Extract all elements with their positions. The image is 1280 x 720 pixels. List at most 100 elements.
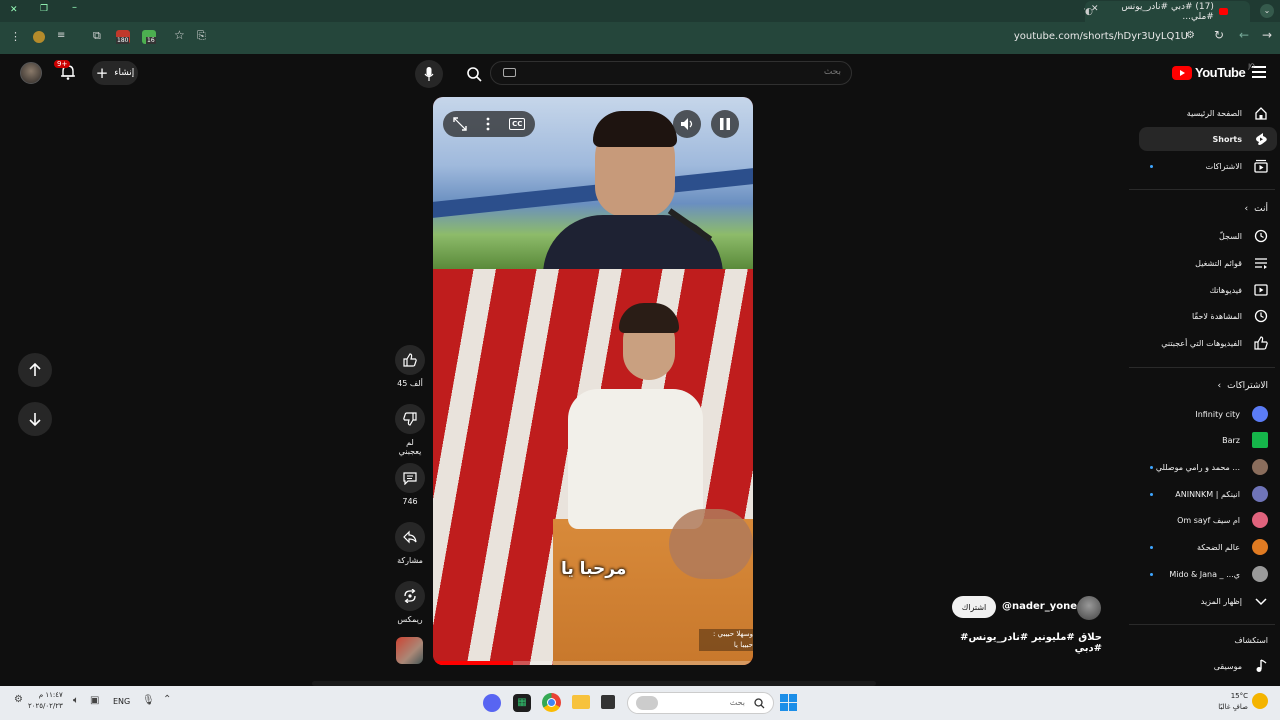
volume-button[interactable] (673, 110, 701, 138)
captions-icon[interactable]: CC (509, 118, 526, 130)
sidebar-item-watch-later[interactable]: المشاهدة لاحقًا (1128, 304, 1268, 328)
close-tab-icon[interactable]: ✕ (1091, 4, 1099, 14)
remix-button[interactable] (395, 581, 425, 611)
create-button[interactable]: + إنشاء (92, 61, 138, 85)
taskbar-search[interactable]: بحث (627, 692, 774, 714)
history-icon (1254, 229, 1268, 243)
menu-kebab-icon[interactable]: ⋮ (10, 30, 21, 43)
channel-handle[interactable]: @nader_yones (1002, 601, 1083, 612)
person-hair-2 (619, 303, 679, 333)
subscribe-button[interactable]: اشتراك (952, 596, 996, 618)
taskbar-search-placeholder: بحث (729, 698, 745, 707)
share-icon (403, 530, 417, 544)
voice-search-button[interactable] (415, 60, 443, 88)
subscription-item[interactable]: عالم الضحكة (1128, 535, 1268, 559)
like-button[interactable] (395, 345, 425, 375)
chrome-taskbar-icon[interactable] (542, 693, 561, 712)
search-input[interactable]: بحث (490, 61, 852, 85)
logo-region: JO (1248, 63, 1255, 70)
reload-icon[interactable]: ↻ (1214, 28, 1224, 42)
file-explorer-taskbar-icon[interactable] (572, 695, 590, 709)
video-subtitle: مرحبا يا (561, 559, 627, 579)
subscription-item[interactable]: Infinity city (1128, 402, 1268, 426)
windows-start-icon[interactable] (780, 694, 797, 711)
network-tray-icon[interactable]: ▣ (90, 695, 99, 706)
arrow-down-icon (29, 413, 41, 426)
clock[interactable]: ١١:٤٧ م ٢٠٢٥/٠٢/٢٣ (28, 690, 63, 712)
app-taskbar-icon[interactable]: ▦ (513, 694, 531, 712)
next-short-button[interactable] (18, 402, 52, 436)
youtube-logo[interactable]: YouTube JO (1172, 63, 1255, 80)
sidebar-item-music[interactable]: موسيقى (1128, 654, 1268, 678)
share-button[interactable] (395, 522, 425, 552)
terminal-taskbar-icon[interactable] (601, 695, 615, 709)
stadium-stands (433, 168, 753, 218)
short-video-player[interactable]: CC مرحبا يا : وسهلا حبيبي حبيبا يا (433, 97, 753, 665)
notifications-button[interactable]: 9+ (54, 60, 76, 80)
url-text[interactable]: youtube.com/shorts/hDyr3UyLQ1U (1014, 31, 1188, 42)
settings-tray-icon[interactable]: ⚙ (14, 694, 23, 705)
minimize-window-icon[interactable]: – (72, 2, 77, 13)
extensions-icon[interactable]: ⧉ (93, 29, 101, 43)
sidebar-you-header[interactable]: ‹ أنت (1245, 204, 1268, 214)
subscription-item[interactable]: محمد و رامي موصللي ... (1128, 455, 1268, 479)
short-title[interactable]: #حلاق #مليونير #نادر_يونس #دبي (940, 632, 1102, 654)
sidebar-subscriptions-header[interactable]: ‹ الاشتراكات (1218, 381, 1268, 391)
dislike-action[interactable]: لم يعجبني (394, 404, 426, 456)
tab-youtube-short[interactable]: (17) #دبي #نادر_يونس #ملي... ◐ ✕ (1085, 1, 1250, 22)
subscription-item[interactable]: ANINNKM | انينكم (1128, 482, 1268, 506)
bookmark-star-icon[interactable]: ☆ (174, 28, 185, 42)
comments-action[interactable]: 746 (394, 463, 426, 506)
back-icon[interactable]: → (1262, 28, 1272, 42)
progress-track[interactable] (433, 661, 753, 665)
channel-avatar (1252, 566, 1268, 582)
remix-action[interactable]: ريمكس (394, 581, 426, 624)
share-page-icon[interactable]: ⎘ (197, 29, 206, 43)
restore-window-icon[interactable]: ❐ (40, 4, 48, 14)
speaker-tray-icon[interactable]: 🔈︎ (73, 695, 79, 706)
chevron-down-icon (1255, 598, 1267, 606)
dislike-button[interactable] (395, 404, 425, 434)
sidebar-item-history[interactable]: السجلّ (1128, 224, 1268, 248)
comment-icon (403, 472, 417, 485)
sidebar-item-home[interactable]: الصفحة الرئيسية (1128, 101, 1268, 125)
subscription-item[interactable]: Barz (1128, 428, 1268, 452)
keyboard-icon[interactable] (503, 68, 516, 77)
discord-taskbar-icon[interactable] (483, 694, 501, 712)
new-content-dot (1150, 573, 1153, 576)
account-avatar[interactable] (20, 62, 42, 84)
share-action[interactable]: مشاركة (394, 522, 426, 565)
subscription-item[interactable]: Om sayf ام سيف (1128, 508, 1268, 532)
tab-search-icon[interactable]: ⌄ (1260, 4, 1274, 18)
search-button[interactable] (460, 60, 488, 88)
channel-avatar[interactable] (1077, 596, 1101, 620)
weather-temp: 15°C (1230, 692, 1248, 700)
new-content-dot (1150, 466, 1153, 469)
sidebar-show-more[interactable]: إظهار المزيد (1128, 589, 1268, 613)
previous-short-button[interactable] (18, 353, 52, 387)
like-action[interactable]: 45 ألف (394, 345, 426, 388)
liked-icon (1254, 336, 1268, 350)
forward-icon[interactable]: ← (1239, 28, 1249, 42)
chevron-up-icon[interactable]: ⌃ (163, 694, 171, 705)
subscription-item[interactable]: Mido & Jana _ ...ي (1128, 562, 1268, 586)
sidebar-item-shorts[interactable]: Shorts (1139, 127, 1277, 151)
close-window-icon[interactable]: ✕ (10, 5, 18, 15)
person-hoodie (543, 215, 723, 275)
more-options-icon[interactable] (486, 117, 490, 131)
sidebar-item-your-videos[interactable]: فيديوهاتك (1128, 278, 1268, 302)
comments-button[interactable] (395, 463, 425, 493)
language-indicator[interactable]: ENG (113, 697, 130, 706)
media-icon[interactable]: ≡ (57, 30, 65, 41)
weather-widget[interactable]: 15°C صافٍ غالبًا (1200, 691, 1248, 713)
profile-avatar-icon[interactable] (33, 31, 45, 43)
sidebar-item-subscriptions[interactable]: الاشتراكات (1128, 154, 1268, 178)
expand-icon[interactable] (452, 117, 467, 131)
chevron-left-icon: ‹ (1217, 381, 1222, 391)
sidebar-item-liked[interactable]: الفيديوهات التي أعجبتني (1128, 331, 1268, 355)
extension-badge-2: 16 (146, 37, 156, 44)
sound-thumbnail[interactable] (396, 637, 423, 664)
pause-button[interactable] (711, 110, 739, 138)
sidebar-item-playlists[interactable]: قوائم التشغيل (1128, 251, 1268, 275)
mic-tray-icon[interactable]: 🎙︎ (142, 695, 155, 706)
